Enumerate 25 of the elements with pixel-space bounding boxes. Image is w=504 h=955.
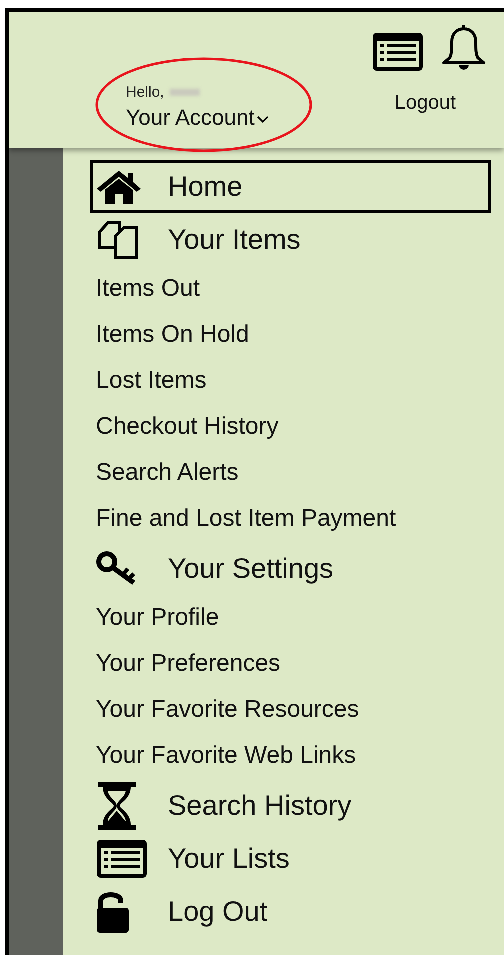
menu-link[interactable]: Fine and Lost Item Payment — [90, 496, 491, 542]
menu-section[interactable]: Home — [90, 160, 491, 213]
menu-link[interactable]: Your Preferences — [90, 641, 491, 687]
menu-link[interactable]: Search Alerts — [90, 450, 491, 496]
menu-section[interactable]: Your Lists — [90, 832, 491, 885]
bell-icon[interactable] — [440, 22, 488, 72]
menu-link[interactable]: Checkout History — [90, 404, 491, 450]
menu-link[interactable]: Your Favorite Web Links — [90, 733, 491, 779]
menu-section[interactable]: Your Items — [90, 213, 491, 266]
account-dropdown[interactable]: Your Account — [126, 105, 269, 131]
menu-link[interactable]: Items On Hold — [90, 312, 491, 358]
caret-icon — [256, 116, 269, 124]
house-icon — [96, 168, 142, 204]
redacted-name — [170, 89, 200, 96]
logout-link[interactable]: Logout — [394, 92, 456, 115]
menu-section[interactable]: Your Settings — [90, 542, 491, 595]
menu-link[interactable]: Your Favorite Resources — [90, 687, 491, 733]
menu-section[interactable]: Log Out — [90, 885, 491, 938]
list-icon[interactable] — [372, 32, 424, 72]
menu-section[interactable]: Search History — [90, 779, 491, 832]
list-icon — [96, 838, 148, 878]
menu-link[interactable]: Items Out — [90, 266, 491, 312]
greeting-text: Hello, — [126, 84, 164, 101]
menu-link[interactable]: Your Profile — [90, 595, 491, 641]
menu-link[interactable]: Lost Items — [90, 358, 491, 404]
